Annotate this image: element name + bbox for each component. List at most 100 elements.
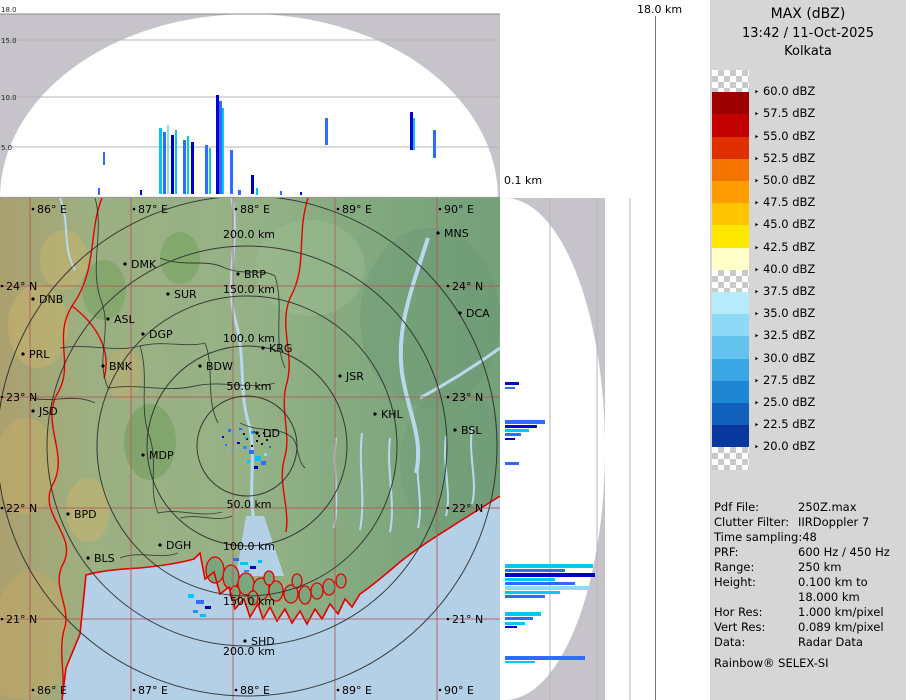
legend-tick-icon: ‣: [754, 88, 760, 99]
radar-echo: [505, 656, 585, 660]
radar-echo: [505, 462, 519, 465]
info-label: Vert Res:: [714, 620, 766, 634]
label-dot: [31, 207, 35, 211]
legend-label: ‣ 32.5 dBZ: [754, 328, 816, 343]
radar-echo: [205, 606, 211, 609]
label-dot: [446, 395, 450, 399]
city-dot: [66, 512, 70, 516]
software-brand: Rainbow® SELEX-SI: [714, 656, 829, 670]
city-dot: [436, 231, 440, 235]
radar-echo: [269, 446, 271, 448]
side-projection-plot: [505, 198, 631, 700]
city-dot: [458, 311, 462, 315]
city-label: ASL: [114, 313, 136, 326]
info-row: Vert Res: 0.089 km/pixel: [714, 620, 904, 635]
city-label: MDP: [149, 449, 174, 462]
lat-label: 24° N: [452, 280, 483, 293]
radar-echo: [244, 570, 249, 572]
info-label: [714, 590, 798, 605]
radar-echo: [225, 444, 227, 446]
info-value: 600 Hz / 450 Hz: [798, 545, 890, 559]
side-axis-min-label: 0.1 km: [504, 174, 543, 187]
radar-echo: [505, 578, 555, 581]
legend-label: ‣ 30.0 dBZ: [754, 350, 816, 365]
legend-tick-icon: ‣: [754, 221, 760, 232]
city-label: JSR: [345, 370, 364, 383]
legend-label: ‣ 40.0 dBZ: [754, 261, 816, 276]
legend-tick-icon: ‣: [754, 177, 760, 187]
city-label: SHD: [251, 635, 275, 648]
legend-band: [712, 114, 749, 137]
legend-tick-icon: ‣: [754, 421, 760, 432]
info-row: Data: Radar Data: [714, 635, 904, 650]
lon-label: 90° E: [444, 203, 474, 216]
range-ring-label: 150.0 km: [223, 595, 275, 608]
info-row: Pdf File: 250Z.max: [714, 500, 904, 515]
info-label: Range:: [714, 560, 755, 574]
legend-label: ‣ 42.5 dBZ: [754, 239, 816, 254]
station-name: Kolkata: [784, 44, 832, 59]
range-ring-label: 100.0 km: [223, 540, 275, 553]
legend-tick-icon: ‣: [754, 132, 760, 143]
city-label: DGH: [166, 539, 191, 552]
city-label: BNK: [109, 360, 133, 373]
radar-echo: [261, 461, 266, 465]
radar-echo: [200, 614, 206, 617]
lat-label: 23° N: [6, 391, 37, 404]
label-dot: [336, 688, 340, 692]
legend-label: ‣ 25.0 dBZ: [754, 395, 816, 409]
radar-echo: [191, 142, 194, 194]
radar-echo: [250, 566, 256, 569]
city-dot: [373, 412, 377, 416]
radar-echo: [231, 450, 233, 452]
radar-echo: [216, 95, 219, 194]
label-dot: [234, 207, 238, 211]
radar-echo: [239, 428, 242, 430]
label-dot: [336, 207, 340, 211]
city-label: KRG: [269, 342, 292, 355]
radar-echo: [243, 446, 247, 449]
info-value: [798, 530, 904, 545]
city-dot: [255, 431, 259, 435]
radar-echo: [230, 150, 233, 194]
radar-echo: [167, 125, 169, 194]
radar-echo: [187, 136, 189, 194]
legend-label: ‣ 35.0 dBZ: [754, 306, 816, 321]
legend-label: ‣ 45.0 dBZ: [754, 217, 816, 232]
radar-echo: [280, 191, 282, 195]
legend-band: [712, 292, 749, 315]
city-dot: [236, 272, 240, 276]
legend-tick-icon: ‣: [754, 288, 760, 298]
lon-label: 89° E: [342, 203, 372, 216]
legend-tick-icon: ‣: [754, 265, 760, 276]
legend-band: [712, 314, 749, 337]
radar-echo: [505, 573, 595, 577]
legend-label: ‣ 52.5 dBZ: [754, 150, 816, 165]
radar-echo: [222, 436, 224, 438]
radar-echo: [505, 622, 525, 625]
legend-tick-icon: ‣: [754, 354, 760, 365]
city-label: DD: [263, 427, 280, 440]
radar-echo: [222, 108, 224, 194]
radar-echo: [255, 456, 261, 461]
info-row: Clutter Filter: IIRDoppler 7: [714, 515, 904, 530]
radar-echo: [193, 610, 198, 613]
legend-band: [712, 225, 749, 248]
radar-echo: [140, 190, 142, 195]
lat-label: 22° N: [6, 502, 37, 515]
label-dot: [446, 617, 450, 621]
info-label: Clutter Filter:: [714, 515, 790, 529]
info-value: 1.000 km/pixel: [798, 605, 884, 619]
height-tick-label: 18.0: [1, 6, 17, 14]
urban-mark: [261, 443, 263, 445]
range-ring-label: 50.0 km: [226, 498, 271, 511]
city-dot: [453, 428, 457, 432]
range-ring-label: 200.0 km: [223, 228, 275, 241]
radar-echo: [205, 145, 208, 194]
radar-echo: [245, 436, 247, 439]
city-dot: [198, 364, 202, 368]
legend-label: ‣ 55.0 dBZ: [754, 128, 816, 143]
city-label: KHL: [381, 408, 403, 421]
height-tick-label: 15.0: [1, 37, 17, 45]
label-dot: [446, 284, 450, 288]
